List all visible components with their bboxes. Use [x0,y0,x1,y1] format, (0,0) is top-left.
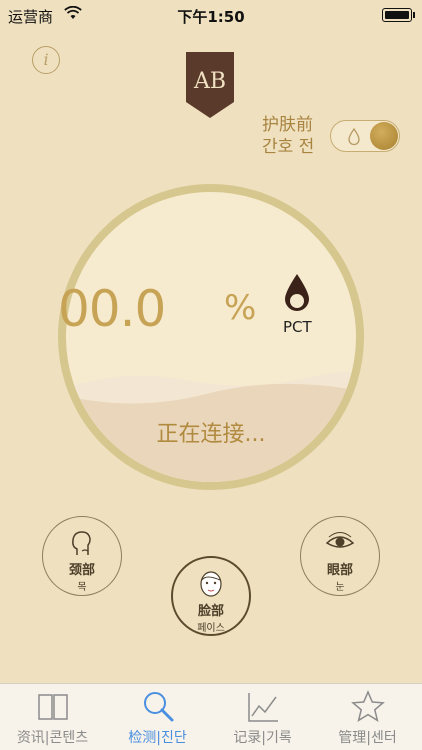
eye-icon [325,532,355,548]
moisture-value: 00.0 [58,280,166,338]
moisture-drop-icon [285,274,309,311]
face-icon [200,571,222,597]
face-sub-label: 페이스 [197,623,225,634]
battery-icon [382,8,415,22]
tab-records-label: 记录|기록 [233,730,292,746]
tab-content-label: 资讯|콘텐츠 [16,730,89,746]
face-label: 脸部 [197,604,224,619]
before-care-toggle[interactable] [330,120,400,152]
connection-status: 正在连接... [156,422,266,447]
tab-records[interactable]: 记录|기록 [210,684,315,750]
tab-center-label: 管理|센터 [338,730,397,746]
tab-center[interactable]: 管理|센터 [315,684,420,750]
neck-region-button[interactable]: 颈部 목 [42,516,122,596]
water-drop-icon [348,128,360,146]
info-button[interactable]: i [32,46,60,74]
face-region-button[interactable]: 脸部 페이스 [171,556,251,636]
eye-sub-label: 눈 [335,582,345,593]
tab-content[interactable]: 资讯|콘텐츠 [0,684,105,750]
chart-icon [247,693,278,722]
search-icon [143,692,173,722]
neck-label: 颈部 [68,563,95,578]
mode-label-kr: 간호 전 [262,137,315,157]
toggle-knob[interactable] [370,122,398,150]
tab-bar: 资讯|콘텐츠 检测|진단 记录|기록 管理|센터 [0,683,422,750]
star-icon [350,690,385,722]
svg-text:AB: AB [193,69,226,94]
neck-icon [72,531,91,555]
tab-diagnosis[interactable]: 检测|진단 [105,684,210,750]
book-icon [37,694,68,720]
mode-label: 护肤前 간호 전 [262,114,314,158]
brand-logo: AB [186,52,234,118]
eye-region-button[interactable]: 眼部 눈 [300,516,380,596]
metric-label: PCT [283,318,312,336]
percent-unit: % [224,288,257,328]
neck-sub-label: 목 [77,582,87,593]
mode-label-cn: 护肤前 [262,115,313,135]
status-bar: 运营商 下午1:50 [0,0,422,30]
clock: 下午1:50 [177,8,245,26]
eye-label: 眼部 [326,563,353,578]
tab-diagnosis-label: 检测|진단 [128,730,187,746]
